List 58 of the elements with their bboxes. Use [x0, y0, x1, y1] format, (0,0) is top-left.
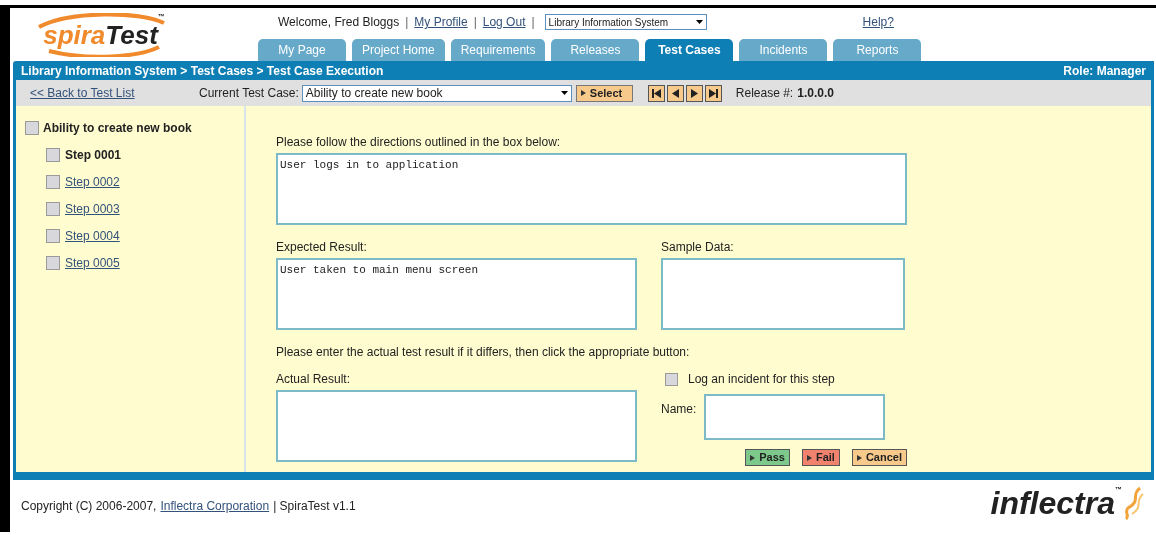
release-label: Release #:: [735, 85, 794, 102]
play-icon: [580, 90, 586, 96]
separator: |: [531, 14, 535, 31]
play-icon: [750, 454, 756, 461]
dropdown-icon: [695, 20, 703, 24]
next-icon[interactable]: [685, 84, 703, 102]
nav-tab[interactable]: Test Cases: [645, 39, 734, 61]
first-icon[interactable]: [647, 84, 665, 102]
welcome-text: Welcome, Fred Bloggs: [278, 14, 400, 31]
checkbox[interactable]: [46, 148, 60, 162]
directions-label: Please follow the directions outlined in the box below:: [276, 134, 562, 151]
header-link[interactable]: My Profile: [414, 13, 468, 31]
company-link[interactable]: Inflectra Corporation: [160, 497, 270, 515]
checkbox[interactable]: [46, 202, 60, 216]
expected-result-box[interactable]: User taken to main menu screen: [276, 258, 637, 330]
play-icon: [806, 454, 812, 461]
checkbox[interactable]: [46, 256, 60, 270]
checkbox[interactable]: [46, 229, 60, 243]
sample-data-label: Sample Data:: [661, 239, 735, 256]
test-case-title: Ability to create new book: [43, 120, 192, 137]
dropdown-icon: [560, 91, 568, 95]
checkbox[interactable]: [25, 121, 39, 135]
pass-button[interactable]: Pass: [745, 449, 790, 466]
step-link[interactable]: Step 0002: [65, 173, 120, 191]
previous-icon[interactable]: [666, 84, 684, 102]
actual-result-label: Actual Result:: [276, 371, 352, 388]
role-label: Role: Manager: [1063, 62, 1146, 80]
checkbox[interactable]: [46, 175, 60, 189]
copyright-text: Copyright (C) 2006-2007,: [21, 498, 157, 515]
help-link[interactable]: Help?: [862, 13, 894, 31]
back-link[interactable]: << Back to Test List: [30, 84, 199, 102]
actual-result-box[interactable]: [276, 390, 637, 462]
step-link[interactable]: Step 0005: [65, 254, 120, 272]
play-icon: [856, 454, 862, 461]
test-case-label: Current Test Case:: [199, 85, 299, 102]
separator: |: [405, 14, 409, 31]
name-field[interactable]: [704, 394, 886, 440]
breadcrumb: Library Information System > Test Cases > Test Case Execution: [21, 62, 384, 80]
select-button[interactable]: Select: [575, 84, 633, 102]
product-version: | SpiraTest v1.1: [273, 498, 356, 515]
sample-data-box[interactable]: [661, 258, 905, 330]
test-case-select[interactable]: Ability to create new book: [301, 84, 572, 102]
step-link[interactable]: Step 0004: [65, 227, 120, 245]
checkbox[interactable]: [665, 372, 678, 386]
fail-button[interactable]: Fail: [801, 449, 840, 466]
separator: |: [473, 14, 477, 31]
release-value: 1.0.0.0: [797, 85, 834, 102]
header-link[interactable]: Log Out: [482, 13, 526, 31]
incident-label: Log an incident for this step: [688, 371, 835, 388]
instruction-text: Please enter the actual test result if it differs, then click the appropriate button:: [276, 344, 691, 361]
step-link[interactable]: Step 0003: [65, 200, 120, 218]
project-select[interactable]: Library Information System: [544, 14, 707, 30]
directions-box[interactable]: User logs in to application: [276, 153, 907, 225]
cancel-button[interactable]: Cancel: [851, 449, 907, 466]
last-icon[interactable]: [704, 84, 722, 102]
step-link[interactable]: Step 0001: [65, 146, 122, 164]
name-label: Name:: [661, 401, 697, 418]
expected-result-label: Expected Result:: [276, 239, 368, 256]
